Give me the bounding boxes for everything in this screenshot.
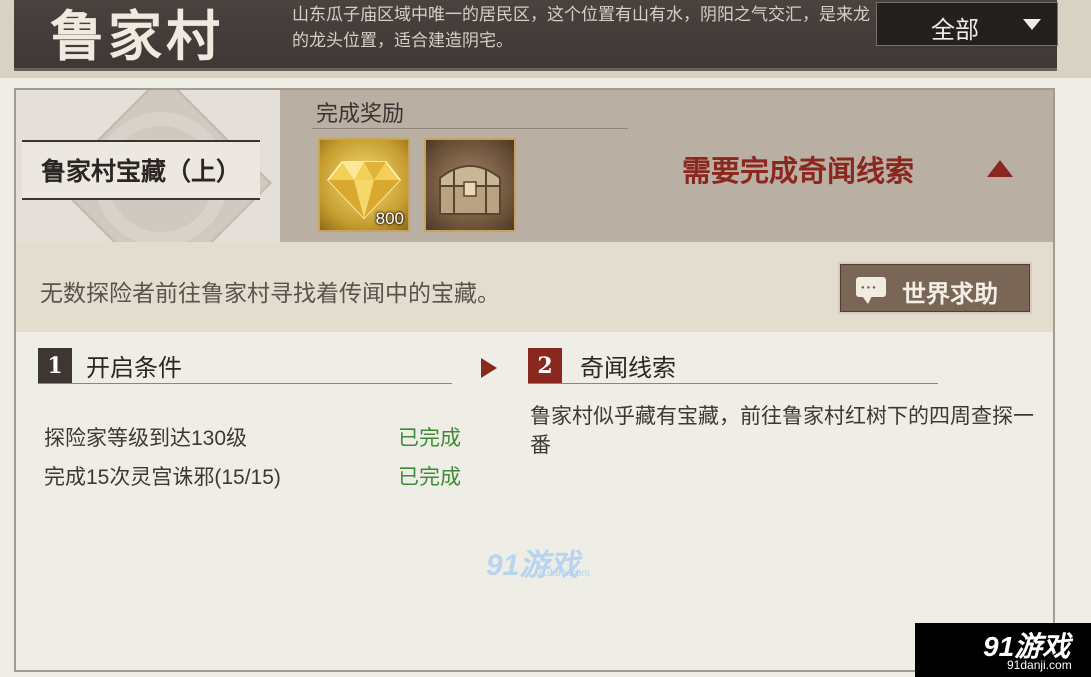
watermark-url: 91danji.com [1007, 658, 1072, 672]
quest-title-plate: 鲁家村宝藏（上） [22, 140, 260, 200]
reward-item-gem[interactable]: 800 [318, 138, 410, 232]
quest-description-band: 无数探险者前往鲁家村寻找着传闻中的宝藏。 ●●● 世界求助 [16, 242, 1053, 332]
quest-description: 无数探险者前往鲁家村寻找着传闻中的宝藏。 [40, 280, 500, 306]
step-label-unlock-conditions: 开启条件 [86, 355, 182, 382]
corner-watermark: 91游戏 91danji.com [915, 623, 1091, 677]
condition-status: 已完成 [398, 466, 461, 489]
filter-dropdown[interactable]: 全部 [876, 2, 1058, 46]
watermark-url: 91danji.com [536, 568, 590, 579]
reward-item-chest[interactable] [424, 138, 516, 232]
reward-heading-divider [312, 128, 628, 129]
condition-text: 探险家等级到达130级 [44, 427, 248, 450]
reward-heading: 完成奖励 [316, 101, 405, 126]
chat-bubble-icon: ●●● [856, 277, 886, 304]
requirement-text: 需要完成奇闻线索 [682, 154, 915, 188]
arrow-right-icon [481, 358, 497, 378]
step-number-badge: 2 [528, 348, 562, 384]
step-label-clue: 奇闻线索 [580, 355, 676, 382]
condition-text: 完成15次灵宫诛邪(15/15) [44, 466, 281, 489]
world-help-label: 世界求助 [902, 279, 998, 308]
step-divider [528, 383, 938, 384]
triangle-up-icon[interactable] [987, 160, 1013, 177]
step-divider [38, 383, 452, 384]
region-header: 鲁家村 山东瓜子庙区域中唯一的居民区，这个位置有山有水，阴阳之气交汇，是来龙的龙… [14, 0, 1058, 71]
treasure-chest-icon [439, 165, 501, 215]
region-description: 山东瓜子庙区域中唯一的居民区，这个位置有山有水，阴阳之气交汇，是来龙的龙头位置，… [292, 5, 870, 50]
filter-dropdown-value: 全部 [931, 17, 979, 44]
quest-emblem: 鲁家村宝藏（上） [16, 90, 280, 242]
quest-title: 鲁家村宝藏（上） [40, 157, 241, 186]
step-number-badge: 1 [38, 348, 72, 384]
world-help-button[interactable]: ●●● 世界求助 [838, 262, 1032, 314]
reward-count: 800 [375, 209, 404, 228]
chevron-down-icon [1023, 19, 1041, 30]
clue-description: 鲁家村似乎藏有宝藏，前往鲁家村红树下的四周查探一番 [530, 405, 1034, 457]
region-title: 鲁家村 [50, 4, 224, 68]
condition-status: 已完成 [398, 427, 461, 450]
quest-panel: 鲁家村宝藏（上） 完成奖励 800 需要完成奇闻线索 无数探险者前往鲁家村寻找着… [14, 88, 1055, 672]
